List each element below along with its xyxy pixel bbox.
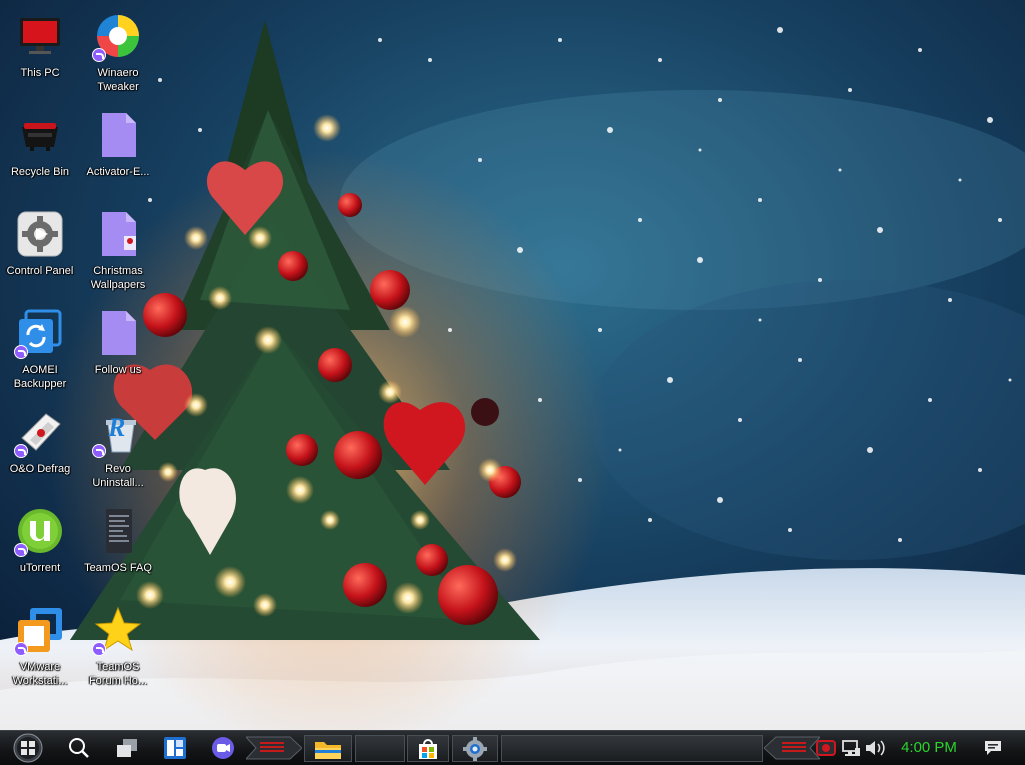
desktop-icon-label: Revo Uninstall... (92, 463, 144, 489)
desktop-icon-label: O&O Defrag (9, 463, 71, 475)
desktop-icon-winaero-tweaker[interactable]: Winaero Tweaker (78, 8, 158, 100)
tray-network-button[interactable] (839, 734, 863, 762)
notification-icon (985, 741, 1001, 755)
winaero-icon (92, 12, 142, 62)
desktop-icon-oo-defrag[interactable]: O&O Defrag (0, 404, 80, 496)
desktop-icon-revo-uninstaller[interactable]: R Revo Uninstall... (78, 404, 158, 496)
widgets-icon (164, 737, 186, 759)
shortcut-arrow-icon (92, 642, 106, 656)
desktop-icon-label: uTorrent (19, 562, 61, 574)
document-icon (94, 507, 142, 555)
desktop-icon-this-pc[interactable]: This PC (0, 8, 80, 100)
desktop-icon-label: Control Panel (6, 265, 74, 277)
shortcut-arrow-icon (92, 48, 106, 62)
shortcut-arrow-icon (14, 642, 28, 656)
desktop-icon-utorrent[interactable]: uTorrent (0, 503, 80, 595)
volume-icon (866, 740, 885, 756)
desktop-icon-label: Activator-E... (86, 166, 150, 178)
taskbar-decoration-right (764, 736, 820, 760)
desktop-icon-control-panel[interactable]: Control Panel (0, 206, 80, 298)
store-icon (419, 739, 437, 759)
settings-gear-icon (463, 737, 487, 761)
file-icon (94, 309, 142, 357)
desktop-icon-recycle-bin[interactable]: Recycle Bin (0, 107, 80, 199)
desktop-icon-teamos-faq[interactable]: TeamOS FAQ (78, 503, 158, 595)
taskbar-app-settings[interactable] (452, 735, 498, 762)
star-icon (92, 606, 142, 656)
file-icon (94, 111, 142, 159)
shortcut-arrow-icon (14, 345, 28, 359)
desktop-icon-label: VMware Workstati... (12, 661, 68, 687)
record-icon (816, 740, 836, 756)
taskbar-empty-slot (355, 735, 405, 762)
taskbar: 4:00 PM (0, 730, 1025, 765)
desktop-icon-vmware-workstation[interactable]: VMware Workstati... (0, 602, 80, 694)
folder-icon (315, 742, 341, 759)
desktop-icon-aomei-backupper[interactable]: AOMEI Backupper (0, 305, 80, 397)
file-icon (94, 210, 142, 258)
start-button[interactable] (12, 733, 44, 763)
widgets-button[interactable] (160, 734, 190, 762)
taskbar-app-file-explorer[interactable] (304, 735, 352, 762)
taskbar-decoration-left (246, 736, 302, 760)
network-icon (842, 740, 860, 756)
gear-icon (16, 210, 64, 258)
desktop-icon-label: Follow us (94, 364, 142, 376)
windows-orb-icon (13, 733, 43, 763)
desktop-icon-activator[interactable]: Activator-E... (78, 107, 158, 199)
chat-icon (212, 737, 234, 759)
desktop-icon-label: Winaero Tweaker (97, 67, 139, 93)
recycle-bin-icon (16, 111, 64, 159)
taskbar-empty-area (501, 735, 763, 762)
search-button[interactable] (64, 734, 94, 762)
defrag-icon (14, 408, 64, 458)
desktop-icon-label: Recycle Bin (10, 166, 70, 178)
shortcut-arrow-icon (14, 444, 28, 458)
taskbar-clock[interactable]: 4:00 PM (888, 739, 970, 757)
desktop-icon-christmas-wallpapers[interactable]: Christmas Wallpapers (78, 206, 158, 298)
desktop-icon-label: TeamOS FAQ (84, 562, 152, 574)
task-view-button[interactable] (112, 734, 142, 762)
desktop-icon-follow-us[interactable]: Follow us (78, 305, 158, 397)
search-icon (69, 738, 89, 758)
shortcut-arrow-icon (92, 444, 106, 458)
taskbar-app-microsoft-store[interactable] (407, 735, 449, 762)
desktop-icon-label: Christmas Wallpapers (90, 265, 146, 291)
vmware-icon (14, 606, 64, 656)
notification-center-button[interactable] (980, 734, 1006, 762)
task-view-icon (117, 739, 137, 757)
shortcut-arrow-icon (14, 543, 28, 557)
tray-record-button[interactable] (814, 734, 838, 762)
backup-icon (14, 309, 64, 359)
utorrent-icon (14, 507, 64, 557)
desktop: This PC Recycle Bin Control Panel AOMEI … (0, 0, 1025, 765)
desktop-icon-label: TeamOS Forum Ho... (88, 661, 148, 687)
desktop-icon-label: AOMEI Backupper (13, 364, 67, 390)
desktop-icon-teamos-forum[interactable]: TeamOS Forum Ho... (78, 602, 158, 694)
chat-button[interactable] (208, 734, 238, 762)
tray-volume-button[interactable] (863, 734, 887, 762)
revo-icon: R (92, 408, 142, 458)
svg-text:R: R (107, 413, 125, 442)
monitor-icon (16, 12, 64, 60)
desktop-icon-label: This PC (20, 67, 60, 79)
